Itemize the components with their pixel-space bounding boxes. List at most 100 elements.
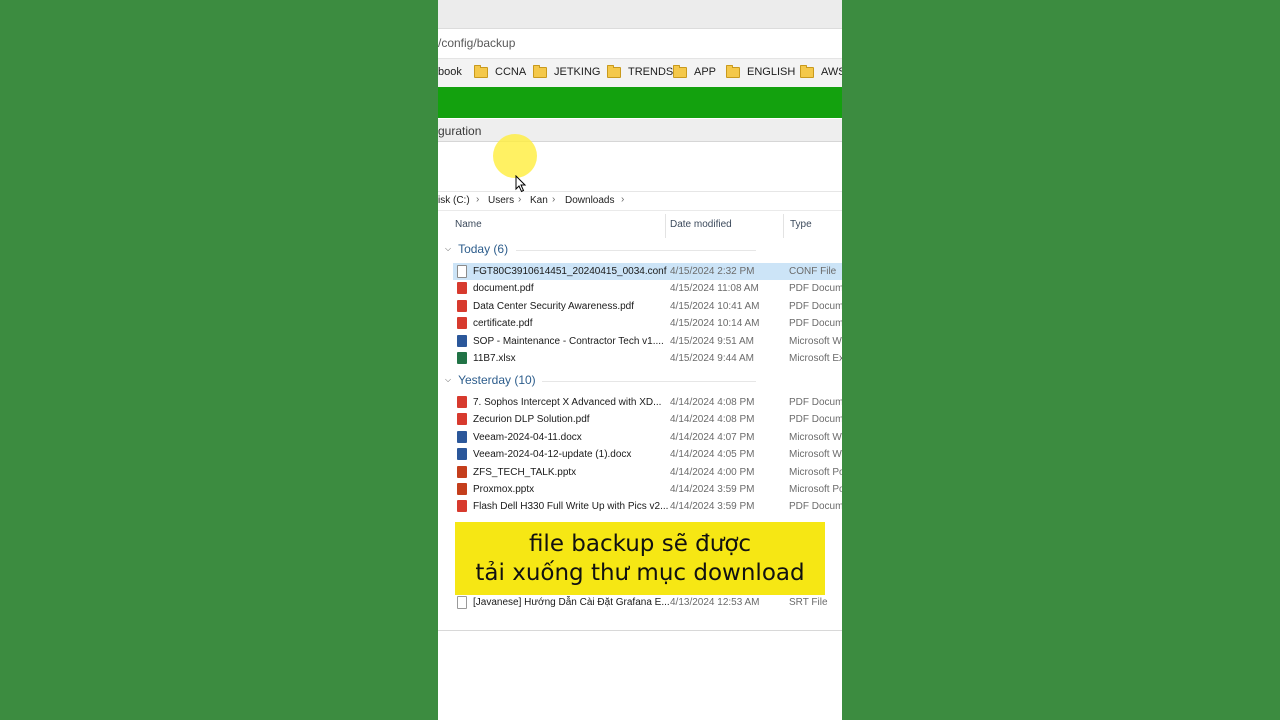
breadcrumb-separator-icon: › — [518, 194, 522, 205]
file-date-modified: 4/14/2024 4:00 PM — [670, 467, 755, 478]
file-row[interactable]: [Javanese] Hướng Dẫn Cài Đặt Grafana E..… — [453, 594, 842, 611]
word-file-icon — [457, 448, 467, 460]
file-date-modified: 4/13/2024 12:53 AM — [670, 597, 760, 608]
file-date-modified: 4/15/2024 10:14 AM — [670, 318, 760, 329]
file-type: PDF Docum — [789, 397, 842, 408]
file-name: 11B7.xlsx — [473, 353, 516, 364]
file-name: certificate.pdf — [473, 318, 533, 329]
breadcrumb[interactable]: isk (C:) › Users › Kan › Downloads › — [438, 191, 842, 211]
file-date-modified: 4/14/2024 3:59 PM — [670, 484, 755, 495]
address-bar[interactable]: /config/backup — [438, 29, 842, 57]
file-date-modified: 4/14/2024 4:08 PM — [670, 397, 755, 408]
file-name: SOP - Maintenance - Contractor Tech v1..… — [473, 336, 664, 347]
column-header-type[interactable]: Type — [790, 219, 812, 230]
breadcrumb-users[interactable]: Users — [488, 195, 514, 206]
file-row[interactable]: Proxmox.pptx 4/14/2024 3:59 PM Microsoft P… — [453, 481, 842, 498]
folder-icon — [800, 64, 814, 78]
word-file-icon — [457, 431, 467, 443]
bookmark-ccna[interactable]: CCNA — [474, 64, 526, 78]
folder-icon — [673, 64, 687, 78]
folder-icon — [474, 64, 488, 78]
caption-line-1: file backup sẽ được — [528, 530, 752, 557]
file-name: document.pdf — [473, 283, 534, 294]
column-divider[interactable] — [783, 214, 784, 238]
bookmark-english[interactable]: ENGLISH — [726, 64, 796, 78]
file-type: Microsoft W — [789, 449, 842, 460]
caption-line-2: tải xuống thư mục download — [475, 559, 805, 586]
file-row[interactable]: Veeam-2024-04-12-update (1).docx 4/14/202… — [453, 446, 842, 463]
group-header[interactable]: ⌵ Today (6) — [445, 242, 508, 256]
bookmark-label: APP — [694, 66, 717, 78]
chevron-down-icon[interactable]: ⌵ — [445, 244, 451, 254]
url-text[interactable]: /config/backup — [438, 36, 515, 50]
file-name: 7. Sophos Intercept X Advanced with XD..… — [473, 397, 662, 408]
bookmark-label: ENGLISH — [747, 66, 796, 78]
breadcrumb-separator-icon: › — [621, 194, 625, 205]
group-header[interactable]: ⌵ Yesterday (10) — [445, 373, 536, 387]
file-date-modified: 4/15/2024 9:51 AM — [670, 336, 754, 347]
cursor-highlight — [493, 134, 537, 178]
file-row[interactable]: ZFS_TECH_TALK.pptx 4/14/2024 4:00 PM Micro… — [453, 464, 842, 481]
conf-file-icon — [457, 265, 467, 278]
pdf-file-icon — [457, 282, 467, 294]
file-row[interactable]: Data Center Security Awareness.pdf 4/15/2… — [453, 298, 842, 315]
file-name: FGT80C3910614451_20240415_0034.conf — [473, 266, 667, 277]
file-date-modified: 4/15/2024 11:08 AM — [670, 283, 759, 294]
file-row[interactable]: SOP - Maintenance - Contractor Tech v1..… — [453, 333, 842, 350]
mouse-pointer-icon — [515, 175, 527, 193]
browser-tab-strip — [438, 0, 842, 29]
file-name: Veeam-2024-04-12-update (1).docx — [473, 449, 632, 460]
column-divider[interactable] — [665, 214, 666, 238]
file-date-modified: 4/15/2024 2:32 PM — [670, 266, 755, 277]
config-section-title: guration — [438, 124, 482, 138]
file-date-modified: 4/14/2024 4:07 PM — [670, 432, 755, 443]
file-type: PDF Docum — [789, 414, 842, 425]
powerpoint-file-icon — [457, 483, 467, 495]
powerpoint-file-icon — [457, 466, 467, 478]
file-row[interactable]: 7. Sophos Intercept X Advanced with XD..… — [453, 394, 842, 411]
chevron-down-icon[interactable]: ⌵ — [445, 375, 451, 385]
group-label: Yesterday (10) — [458, 373, 536, 387]
bookmark-trends[interactable]: TRENDS — [607, 64, 673, 78]
group-divider — [516, 250, 756, 251]
file-row[interactable]: FGT80C3910614451_20240415_0034.conf 4/15/… — [453, 263, 842, 280]
file-row[interactable]: Zecurion DLP Solution.pdf 4/14/2024 4:08 … — [453, 411, 842, 428]
list-bottom-divider — [438, 630, 842, 631]
pdf-file-icon — [457, 300, 467, 312]
pdf-file-icon — [457, 413, 467, 425]
file-date-modified: 4/14/2024 4:05 PM — [670, 449, 755, 460]
file-type: PDF Docum — [789, 501, 842, 512]
file-row[interactable]: document.pdf 4/15/2024 11:08 AM PDF Docum — [453, 280, 842, 297]
file-row[interactable]: 11B7.xlsx 4/15/2024 9:44 AM Microsoft Ex — [453, 350, 842, 367]
file-row[interactable]: certificate.pdf 4/15/2024 10:14 AM PDF Doc… — [453, 315, 842, 332]
file-row[interactable]: Flash Dell H330 Full Write Up with Pics … — [453, 498, 842, 515]
file-date-modified: 4/15/2024 9:44 AM — [670, 353, 754, 364]
file-name: [Javanese] Hướng Dẫn Cài Đặt Grafana E..… — [473, 597, 670, 608]
file-type: CONF File — [789, 266, 837, 277]
file-name: Data Center Security Awareness.pdf — [473, 301, 635, 312]
config-section-header: guration — [438, 119, 842, 142]
column-header-name[interactable]: Name — [455, 219, 482, 230]
bookmark-app[interactable]: APP — [673, 64, 717, 78]
bookmark-jetking[interactable]: JETKING — [533, 64, 600, 78]
breadcrumb-separator-icon: › — [552, 194, 556, 205]
caption-overlay: file backup sẽ được tải xuống thư mục do… — [455, 522, 825, 595]
file-row[interactable]: Veeam-2024-04-11.docx 4/14/2024 4:07 PM Mi… — [453, 429, 842, 446]
app-header-bar — [438, 87, 842, 118]
breadcrumb-drive[interactable]: isk (C:) — [438, 195, 470, 206]
folder-icon — [533, 64, 547, 78]
word-file-icon — [457, 335, 467, 347]
bookmark-book[interactable]: book — [438, 66, 462, 78]
bookmark-aws[interactable]: AWS — [800, 64, 842, 78]
file-name: ZFS_TECH_TALK.pptx — [473, 467, 577, 478]
file-type: Microsoft Po — [789, 484, 842, 495]
breadcrumb-downloads[interactable]: Downloads — [565, 195, 614, 206]
bookmark-label: AWS — [821, 66, 842, 78]
breadcrumb-kan[interactable]: Kan — [530, 195, 548, 206]
file-name: Proxmox.pptx — [473, 484, 535, 495]
folder-icon — [607, 64, 621, 78]
column-header-date-modified[interactable]: Date modified — [670, 219, 732, 230]
file-type: PDF Docum — [789, 318, 842, 329]
file-name: Flash Dell H330 Full Write Up with Pics … — [473, 501, 669, 512]
file-date-modified: 4/14/2024 4:08 PM — [670, 414, 755, 425]
